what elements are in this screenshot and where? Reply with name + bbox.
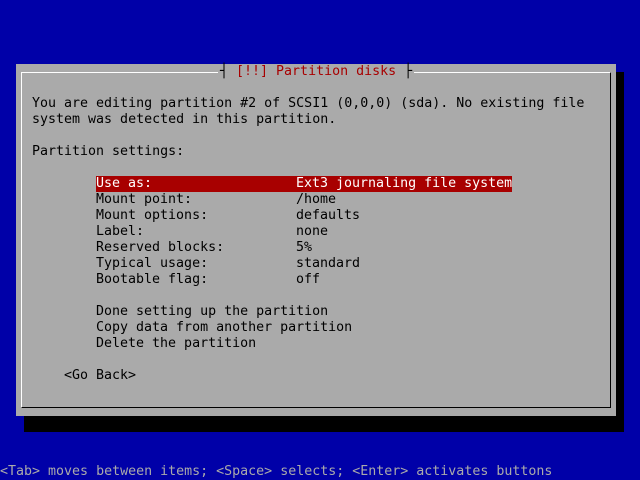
setting-label: Mount point: [96,192,193,207]
copy-data-from-partition-item[interactable]: Copy data from another partition [96,320,352,336]
setting-value: /home [296,192,337,207]
partition-settings-heading: Partition settings: [32,144,185,159]
done-setting-up-partition-item[interactable]: Done setting up the partition [96,304,328,320]
setting-value: standard [296,256,361,271]
title-right-bracket-icon: ├ [396,64,413,79]
delete-partition-item[interactable]: Delete the partition [96,336,256,352]
setting-typical-usage[interactable]: Typical usage: standard [96,256,512,272]
help-status-bar: <Tab> moves between items; <Space> selec… [0,464,553,479]
setting-reserved-blocks[interactable]: Reserved blocks: 5% [96,240,512,256]
setting-value: Ext3 journaling file system [296,176,513,191]
go-back-button[interactable]: <Go Back> [64,368,136,384]
setting-label: Use as: [96,176,153,191]
setting-value: none [296,224,329,239]
installer-screen: { "dialog": { "title_text": "[!!] Partit… [0,0,640,480]
dialog-title-text: [!!] Partition disks [236,64,397,79]
message-line-1: You are editing partition #2 of SCSI1 (0… [32,96,585,111]
setting-use-as[interactable]: Use as: Ext3 journaling file system [96,176,512,192]
setting-mount-point[interactable]: Mount point: /home [96,192,512,208]
setting-value: defaults [296,208,361,223]
setting-mount-options[interactable]: Mount options: defaults [96,208,512,224]
setting-value: 5% [296,240,313,255]
partition-dialog: ┤ [!!] Partition disks ├ You are editing… [16,64,616,416]
setting-label: Reserved blocks: [96,240,225,255]
setting-label-field[interactable]: Label: none [96,224,512,240]
setting-label: Label: [96,224,145,239]
dialog-title: ┤ [!!] Partition disks ├ [218,64,415,80]
setting-label: Typical usage: [96,256,209,271]
message-line-2: system was detected in this partition. [32,112,337,127]
setting-value: off [296,272,321,287]
setting-bootable-flag[interactable]: Bootable flag: off [96,272,512,288]
title-left-bracket-icon: ┤ [220,64,237,79]
setting-label: Mount options: [96,208,209,223]
setting-label: Bootable flag: [96,272,209,287]
